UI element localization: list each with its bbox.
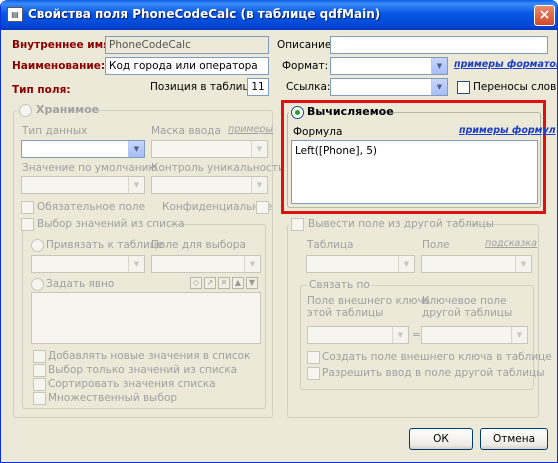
fk-field-label-2: этой таблицы — [307, 307, 384, 319]
multi-select-checkbox[interactable] — [33, 392, 46, 405]
rename-item-icon[interactable]: ↗ — [204, 277, 216, 289]
choice-field-select[interactable]: ▼ — [151, 255, 261, 273]
internal-name-label: Внутреннее имя: — [12, 39, 115, 51]
window-title: Свойства поля PhoneCodeCalc (в таблице q… — [28, 7, 381, 21]
word-wrap-label: Переносы слов — [473, 81, 557, 93]
bind-table-select[interactable]: ▼ — [31, 255, 145, 273]
link-by-label: Связать по — [307, 278, 372, 292]
position-field[interactable]: 11 — [247, 78, 269, 96]
confidential-checkbox[interactable] — [256, 201, 269, 214]
chevron-down-icon: ▼ — [244, 256, 260, 272]
edit-item-icon[interactable]: ◇ — [190, 277, 202, 289]
sort-values-label: Сортировать значения списка — [48, 378, 216, 390]
move-up-icon[interactable]: ▲ — [232, 277, 244, 289]
mask-examples-link[interactable]: примеры — [228, 124, 273, 135]
link-select[interactable]: ▼ — [330, 78, 448, 96]
field-type-label: Тип поля: — [12, 84, 71, 96]
add-new-values-label: Добавлять новые значения в список — [48, 350, 251, 362]
calculated-radio[interactable] — [291, 106, 304, 119]
position-label: Позиция в таблице: — [150, 81, 260, 93]
chevron-down-icon: ▼ — [431, 58, 447, 74]
stored-label: Хранимое — [36, 103, 100, 116]
only-list-values-checkbox[interactable] — [33, 364, 46, 377]
description-field[interactable] — [330, 36, 548, 54]
chevron-down-icon: ▼ — [128, 177, 144, 193]
explicit-values-list[interactable] — [31, 292, 261, 344]
create-fk-label: Создать поле внешнего ключа в таблице — [322, 351, 552, 363]
chevron-down-icon: ▼ — [128, 256, 144, 272]
bind-table-label: Привязать к таблице — [46, 239, 164, 251]
list-choice-label: Выбор значений из списка — [37, 218, 185, 230]
chevron-down-icon: ▼ — [398, 256, 414, 272]
chevron-down-icon: ▼ — [128, 141, 144, 157]
chevron-down-icon: ▼ — [392, 327, 408, 343]
description-label: Описание: — [277, 39, 335, 51]
unique-control-select[interactable]: ▼ — [151, 176, 268, 194]
key-field-label-2: другой таблицы — [422, 307, 513, 319]
formula-examples-link[interactable]: примеры формул — [459, 125, 556, 136]
caption-field[interactable]: Код города или оператора — [105, 57, 269, 75]
unique-control-label: Контроль уникальности — [151, 162, 285, 174]
add-new-values-checkbox[interactable] — [33, 350, 46, 363]
data-type-label: Тип данных — [22, 125, 88, 137]
link-label: Ссылка: — [286, 81, 331, 93]
key-field-select[interactable]: ▼ — [421, 326, 528, 344]
move-down-icon[interactable]: ▼ — [246, 277, 258, 289]
explicit-radio[interactable] — [31, 278, 44, 291]
internal-name-field: PhoneCodeCalc — [105, 36, 269, 54]
equals-sign: = — [412, 329, 421, 341]
fk-field-select[interactable]: ▼ — [307, 326, 409, 344]
input-mask-select[interactable]: ▼ — [151, 140, 268, 158]
default-value-label: Значение по умолчанию — [22, 162, 158, 174]
field-label: Поле — [422, 239, 450, 251]
calculated-label: Вычисляемое — [307, 105, 394, 118]
formula-field[interactable]: Left([Phone], 5) — [291, 140, 538, 204]
formula-label: Формула — [293, 126, 343, 138]
key-field-label-1: Ключевое поле — [422, 295, 507, 307]
bind-table-radio[interactable] — [31, 239, 44, 252]
format-examples-link[interactable]: примеры форматов — [454, 59, 557, 70]
default-value-select[interactable]: ▼ — [21, 176, 145, 194]
fk-field-label-1: Поле внешнего ключа — [307, 295, 431, 307]
chevron-down-icon: ▼ — [511, 327, 527, 343]
chevron-down-icon: ▼ — [431, 79, 447, 95]
allow-input-checkbox[interactable] — [307, 367, 320, 380]
create-fk-checkbox[interactable] — [307, 351, 320, 364]
word-wrap-checkbox[interactable] — [457, 81, 470, 94]
required-checkbox[interactable] — [21, 201, 34, 214]
table-label: Таблица — [307, 239, 354, 251]
format-label: Формат: — [282, 60, 329, 72]
radio-selected-icon — [295, 110, 300, 115]
only-list-values-label: Выбор только значений из списка — [48, 364, 238, 376]
data-type-select[interactable]: ▼ — [21, 140, 145, 158]
multi-select-label: Множественный выбор — [48, 392, 178, 404]
other-table-label: Вывести поле из другой таблицы — [308, 218, 494, 230]
chevron-down-icon: ▼ — [515, 256, 531, 272]
caption-label: Наименование: — [12, 60, 106, 72]
list-choice-checkbox[interactable] — [21, 218, 34, 231]
allow-input-label: Разрешить ввод в поле другой таблицы — [322, 367, 545, 379]
choice-field-label: Поле для выбора — [151, 239, 246, 251]
cancel-button[interactable]: Отмена — [480, 428, 548, 450]
ok-button[interactable]: ОК — [409, 428, 473, 450]
stored-radio[interactable] — [19, 104, 32, 117]
explicit-label: Задать явно — [46, 278, 115, 290]
hint-link[interactable]: подсказка — [485, 238, 537, 249]
delete-item-icon[interactable]: ✕ — [218, 277, 230, 289]
other-table-select[interactable]: ▼ — [306, 255, 415, 273]
title-bar: ▤ Свойства поля PhoneCodeCalc (в таблице… — [1, 0, 557, 30]
sort-values-checkbox[interactable] — [33, 378, 46, 391]
format-select[interactable]: ▼ — [330, 57, 448, 75]
other-field-select[interactable]: ▼ — [421, 255, 532, 273]
other-table-checkbox[interactable] — [291, 218, 304, 231]
close-button[interactable]: × — [534, 5, 555, 26]
chevron-down-icon: ▼ — [251, 141, 267, 157]
dialog-icon: ▤ — [7, 7, 23, 22]
chevron-down-icon: ▼ — [251, 177, 267, 193]
required-label: Обязательное поле — [37, 201, 146, 213]
properties-dialog: ▤ Свойства поля PhoneCodeCalc (в таблице… — [0, 0, 558, 463]
input-mask-label: Маска ввода — [151, 125, 221, 137]
